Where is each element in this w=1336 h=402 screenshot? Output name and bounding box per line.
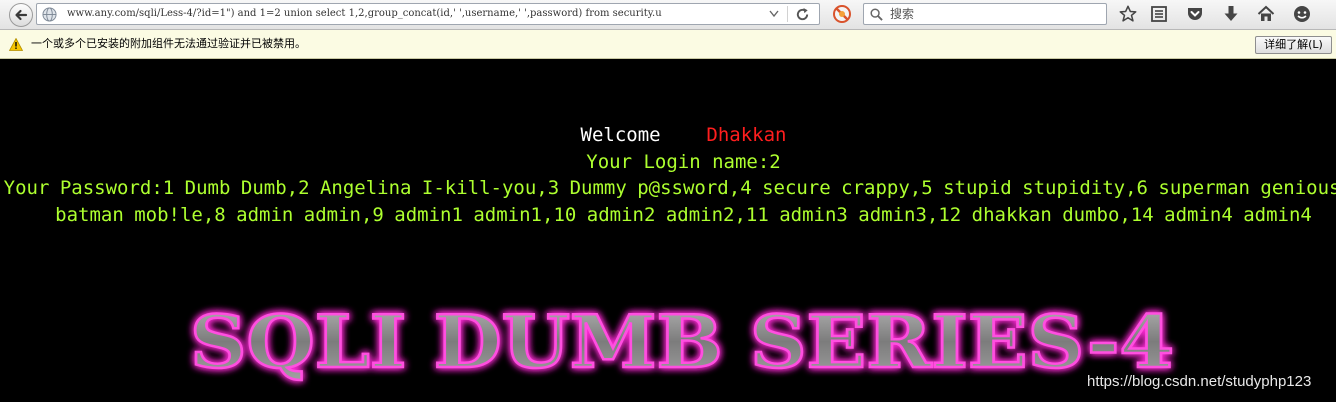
learn-more-button[interactable]: 详细了解(L) xyxy=(1255,36,1332,54)
back-arrow-icon xyxy=(15,9,28,21)
url-separator xyxy=(787,6,788,22)
welcome-line: Welcome Dhakkan xyxy=(0,124,1336,146)
login-name: Your Login name:2 xyxy=(586,151,781,173)
banner-image: SQLI DUMB SERIES-4 xyxy=(189,301,1176,385)
url-input[interactable]: www.any.com/sqli/Less-4/?id=1") and 1=2 … xyxy=(67,4,767,24)
chat-icon[interactable] xyxy=(1293,5,1311,23)
globe-icon xyxy=(42,7,57,22)
welcome-label: Welcome xyxy=(580,124,661,146)
password-output: Your Password:1 Dumb Dumb,2 Angelina I-k… xyxy=(3,177,1336,226)
download-icon[interactable] xyxy=(1222,5,1240,23)
reload-icon[interactable] xyxy=(795,7,810,22)
back-button[interactable] xyxy=(9,3,33,27)
block-icon[interactable] xyxy=(832,4,852,24)
url-bar[interactable]: www.any.com/sqli/Less-4/?id=1") and 1=2 … xyxy=(36,3,820,25)
star-icon[interactable] xyxy=(1119,5,1137,23)
watermark: https://blog.csdn.net/studyphp123 xyxy=(1087,373,1312,390)
banner-title: SQLI DUMB SERIES-4 xyxy=(190,301,1174,384)
dropdown-icon[interactable] xyxy=(769,10,779,18)
warning-icon xyxy=(9,38,23,51)
page-content: Welcome Dhakkan Your Login name:2 Your P… xyxy=(0,59,1336,402)
pocket-icon[interactable] xyxy=(1186,5,1204,23)
notification-bar: 一个或多个已安装的附加组件无法通过验证并已被禁用。 详细了解(L) xyxy=(0,30,1336,59)
reading-list-icon[interactable] xyxy=(1150,5,1168,23)
browser-toolbar: www.any.com/sqli/Less-4/?id=1") and 1=2 … xyxy=(0,0,1336,30)
search-bar[interactable]: 搜索 xyxy=(863,3,1107,25)
notification-text: 一个或多个已安装的附加组件无法通过验证并已被禁用。 xyxy=(31,37,306,50)
home-icon[interactable] xyxy=(1257,5,1275,23)
search-input[interactable]: 搜索 xyxy=(890,4,914,24)
welcome-name: Dhakkan xyxy=(706,124,787,146)
search-icon xyxy=(870,8,883,21)
